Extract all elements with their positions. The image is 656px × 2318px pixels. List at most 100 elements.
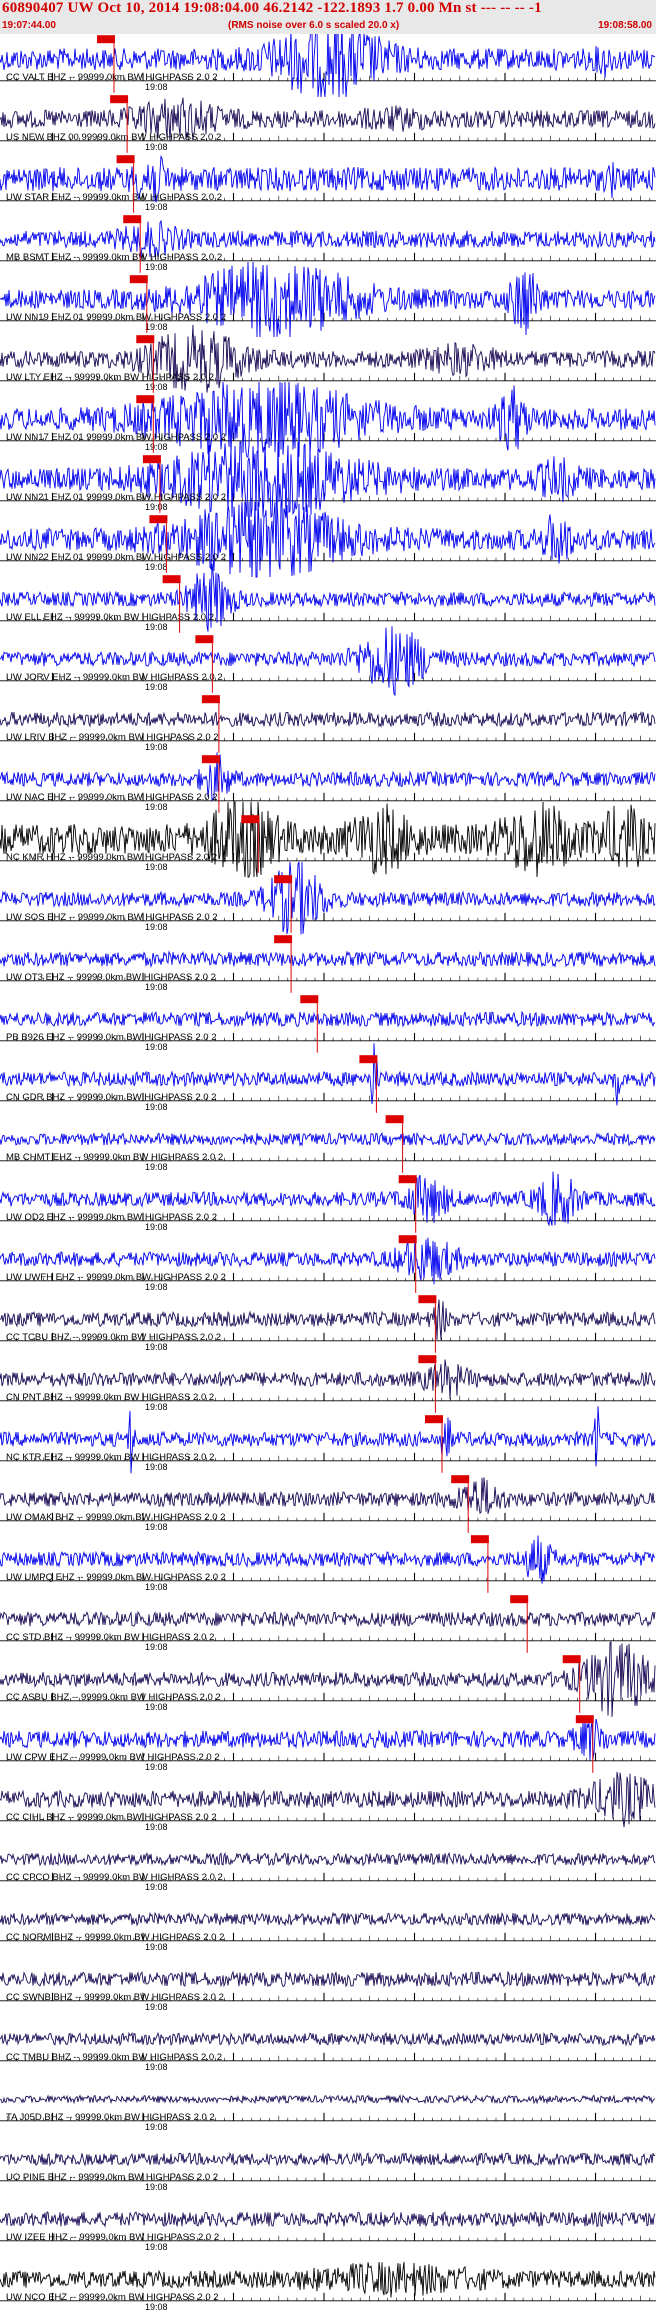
waveform	[0, 261, 656, 338]
trace-row: 19:08CC VALT BHZ -- 99999.0km BW HIGHPAS…	[0, 34, 656, 98]
station-label: UW NAC EHZ -- 99999.0km BW HIGHPASS 2.0 …	[6, 792, 218, 803]
trace-row: 19:08UW CPW EHZ -- 99999.0km BW HIGHPASS…	[0, 1715, 656, 1773]
pick-marker	[510, 1595, 529, 1604]
station-label: UW UWFH EHZ -- 99999.0km BW HIGHPASS 2.0…	[6, 1272, 226, 1283]
trace-row: 19:08UW SOS EHZ -- 99999.0km BW HIGHPASS…	[0, 860, 656, 935]
trace-row: 19:08CC ASBU BHZ -- 99999.0km BW HIGHPAS…	[0, 1641, 656, 1718]
pick-marker	[129, 275, 148, 284]
trace-row: 19:08CN PNT BHZ -- 99999.0km BW HIGHPASS…	[0, 1355, 656, 1413]
waveform	[0, 1010, 656, 1028]
end-time: 19:08:58.00	[598, 20, 652, 31]
tick-label: 19:08	[145, 2122, 168, 2132]
pick-marker	[136, 395, 155, 404]
trace-row: 19:08CC TCBU BHZ -- 99999.0km BW HIGHPAS…	[0, 1295, 656, 1353]
pick-marker	[451, 1475, 470, 1484]
waveform	[0, 1477, 656, 1515]
tick-label: 19:08	[145, 442, 168, 452]
station-label: CC STD BHZ -- 99999.0km BW HIGHPASS 2.0 …	[6, 1632, 214, 1643]
trace-row: 19:08UW IZEE HHZ -- 99999.0km BW HIGHPAS…	[0, 2210, 656, 2252]
trace-row: 19:08UW UWFH EHZ -- 99999.0km BW HIGHPAS…	[0, 1235, 656, 1293]
waveform	[0, 2031, 656, 2047]
waveform	[0, 2094, 656, 2105]
trace-row: 19:08UW OMAK BHZ -- 99999.0km BW HIGHPAS…	[0, 1475, 656, 1533]
waveform	[0, 1406, 656, 1474]
trace-row: 19:08UW NCO EHZ -- 99999.0km BW HIGHPASS…	[0, 2261, 656, 2312]
trace-row: 19:08CC STD BHZ -- 99999.0km BW HIGHPASS…	[0, 1595, 656, 1653]
pick-marker	[162, 575, 181, 584]
trace-row: 19:08PB B926 EHZ -- 99999.0km BW HIGHPAS…	[0, 995, 656, 1053]
tick-label: 19:08	[145, 322, 168, 332]
pick-marker	[398, 1175, 417, 1184]
waveform	[0, 860, 656, 935]
tick-label: 19:08	[145, 202, 168, 212]
start-time: 19:07:44.00	[2, 20, 56, 31]
waveform	[0, 710, 656, 728]
trace-row: 19:08CC CPCO BHZ -- 99999.0km BW HIGHPAS…	[0, 1851, 656, 1892]
pick-marker	[123, 215, 142, 224]
waveform	[0, 950, 656, 969]
tick-label: 19:08	[145, 1582, 168, 1592]
pick-marker	[195, 635, 214, 644]
station-label: NC KMR HHZ -- 99999.0km BW HIGHPASS 2.0 …	[6, 852, 217, 863]
tick-label: 19:08	[145, 802, 168, 812]
tick-label: 19:08	[145, 1882, 168, 1892]
station-label: PB B926 EHZ -- 99999.0km BW HIGHPASS 2.0…	[6, 1032, 217, 1043]
tick-label: 19:08	[145, 682, 168, 692]
station-label: UW UMPQ EHZ -- 99999.0km BW HIGHPASS 2.0…	[6, 1572, 226, 1583]
tick-label: 19:08	[145, 1702, 168, 1712]
trace-row: 19:08UW LRIV BHZ -- 99999.0km BW HIGHPAS…	[0, 695, 656, 753]
pick-marker	[470, 1535, 489, 1544]
trace-row: 19:08CC TMBU BHZ -- 99999.0km BW HIGHPAS…	[0, 2031, 656, 2072]
station-label: UW SOS EHZ -- 99999.0km BW HIGHPASS 2.0 …	[6, 912, 218, 923]
waveform	[0, 501, 656, 578]
pick-marker	[116, 155, 135, 164]
tick-label: 19:08	[145, 562, 168, 572]
tick-label: 19:08	[145, 1342, 168, 1352]
station-label: CC ASBU BHZ -- 99999.0km BW HIGHPASS 2.0…	[6, 1692, 221, 1703]
record-header: 60890407 UW Oct 10, 2014 19:08:04.00 46.…	[0, 0, 656, 34]
station-label: UW IZEE HHZ -- 99999.0km BW HIGHPASS 2.0…	[6, 2232, 219, 2243]
pick-marker	[300, 995, 319, 1004]
tick-label: 19:08	[145, 502, 168, 512]
waveform	[0, 626, 656, 697]
station-label: UW STAR EHZ -- 99999.0km BW HIGHPASS 2.0…	[6, 192, 222, 203]
pick-marker	[575, 1715, 594, 1724]
tick-label: 19:08	[145, 1222, 168, 1232]
waveform	[0, 1641, 656, 1718]
tick-label: 19:08	[145, 1102, 168, 1112]
station-label: CN GDR BHZ -- 99999.0km BW HIGHPASS 2.0 …	[6, 1092, 216, 1103]
event-title: 60890407 UW Oct 10, 2014 19:08:04.00 46.…	[2, 0, 542, 16]
station-label: CN PNT BHZ -- 99999.0km BW HIGHPASS 2.0 …	[6, 1392, 214, 1403]
station-label: UW LRIV BHZ -- 99999.0km BW HIGHPASS 2.0…	[6, 732, 219, 743]
station-label: MB BSMT EHZ -- 99999.0km BW HIGHPASS 2.0…	[6, 252, 222, 263]
trace-row: 19:08UW OT3 EHZ -- 99999.0km BW HIGHPASS…	[0, 935, 656, 993]
waveform	[0, 2210, 656, 2228]
trace-row: 19:08UW NN21 EHZ 01 99999.0km BW HIGHPAS…	[0, 441, 656, 518]
waveform	[0, 1611, 656, 1628]
tick-label: 19:08	[145, 1282, 168, 1292]
tick-label: 19:08	[145, 2062, 168, 2072]
station-label: CC CPCO BHZ -- 99999.0km BW HIGHPASS 2.0…	[6, 1872, 223, 1883]
waveform	[0, 1970, 656, 1988]
trace-row: 19:08CC SWNB BHZ -- 99999.0km BW HIGHPAS…	[0, 1970, 656, 2012]
pick-marker	[97, 35, 115, 44]
tick-label: 19:08	[145, 2242, 168, 2252]
tick-label: 19:08	[145, 382, 168, 392]
pick-marker	[110, 95, 129, 104]
tick-label: 19:08	[145, 1162, 168, 1172]
pick-marker	[201, 695, 220, 704]
trace-row: 19:08UW UMPQ EHZ -- 99999.0km BW HIGHPAS…	[0, 1535, 656, 1593]
waveform	[0, 1131, 656, 1147]
tick-label: 19:08	[145, 742, 168, 752]
station-label: UW NN17 EHZ 01 99999.0km BW HIGHPASS 2.0…	[6, 432, 226, 443]
station-label: CC TCBU BHZ -- 99999.0km BW HIGHPASS 2.0…	[6, 1332, 221, 1343]
station-label: CC CIHL BHZ -- 99999.0km BW HIGHPASS 2.0…	[6, 1812, 217, 1823]
trace-row: 19:08UW LTY EHZ -- 99999.0km BW HIGHPASS…	[0, 324, 656, 393]
station-label: UW ELL EHZ -- 99999.0km BW HIGHPASS 2.0 …	[6, 612, 214, 623]
tick-label: 19:08	[145, 1462, 168, 1472]
station-label: UW OT3 EHZ -- 99999.0km BW HIGHPASS 2.0 …	[6, 972, 216, 983]
station-label: CC SWNB BHZ -- 99999.0km BW HIGHPASS 2.0…	[6, 1992, 224, 2003]
tick-label: 19:08	[145, 2002, 168, 2012]
station-label: US NEW BHZ 00 99999.0km BW HIGHPASS 2.0 …	[6, 132, 221, 143]
station-label: UW JORV EHZ -- 99999.0km BW HIGHPASS 2.0…	[6, 672, 223, 683]
